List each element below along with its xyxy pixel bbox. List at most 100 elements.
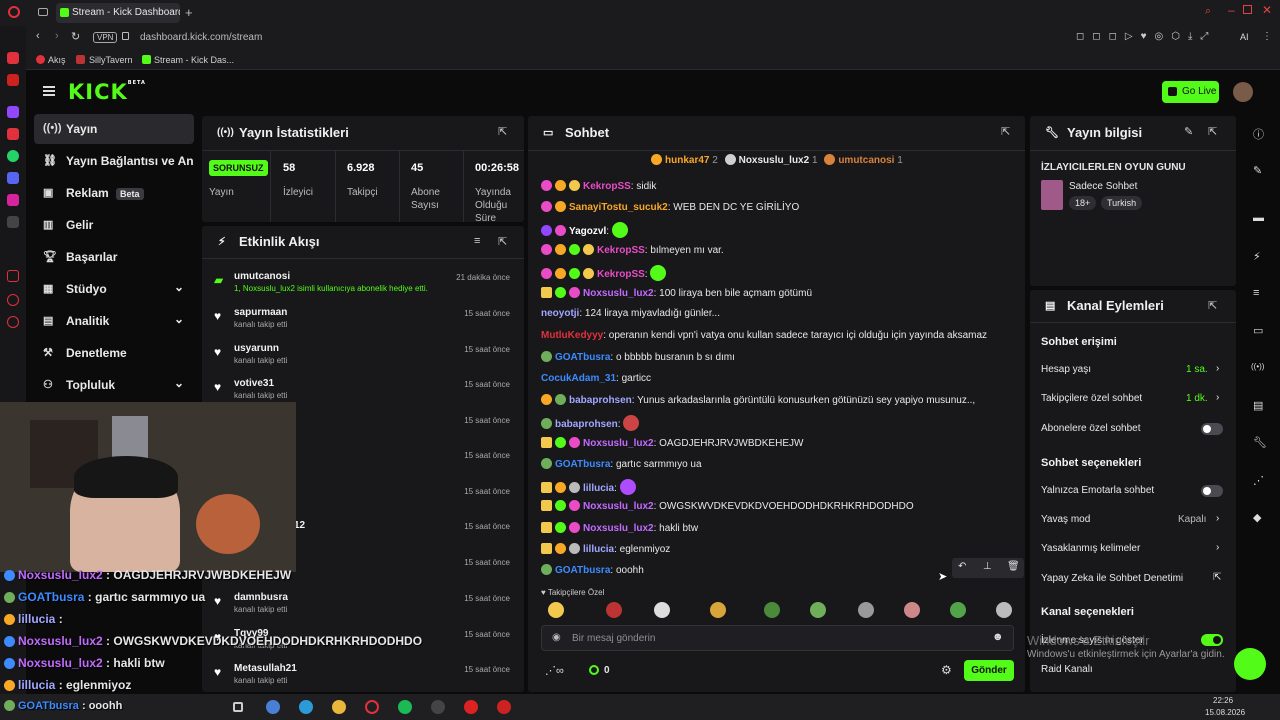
chat-username[interactable]: babaprohsen (555, 419, 618, 430)
lightning-icon[interactable]: ⚡︎ (1253, 250, 1261, 263)
nav-item-gelir[interactable]: ▥ Gelir (34, 210, 194, 240)
chat-username[interactable]: lillucia (583, 483, 614, 494)
popout-icon[interactable]: ⇱ (1208, 125, 1217, 138)
chat-username[interactable]: MutluKedyyy (541, 330, 603, 341)
banned-words-row[interactable]: Yasaklanmış kelimeler (1041, 543, 1140, 554)
pin-icon[interactable]: ⊥ (983, 561, 992, 572)
delete-icon[interactable]: 🗑︎ (1007, 561, 1020, 572)
info-icon[interactable]: ⓘ (1253, 126, 1264, 142)
settings-icon[interactable] (7, 316, 19, 328)
app-icon[interactable] (266, 700, 280, 714)
chat-username[interactable]: neoyotji (541, 308, 579, 319)
nav-item-denetleme[interactable]: ⚒ Denetleme (34, 338, 194, 368)
nav-item-yayin[interactable]: ((•)) Yayın (34, 114, 194, 144)
emote-icon[interactable] (810, 602, 826, 618)
chat-message[interactable]: Noxsuslu_lux2: hakli btw (541, 522, 698, 534)
emote-icon[interactable] (858, 602, 874, 618)
menu-icon[interactable]: ⋮ (1262, 31, 1272, 42)
followers-chat-value[interactable]: 1 dk. (1186, 393, 1208, 404)
raid-row[interactable]: Raid Kanalı (1041, 664, 1093, 675)
sidebar-app-icon[interactable] (7, 52, 19, 64)
followers-chat-row[interactable]: Takipçilere özel sohbet (1041, 393, 1142, 404)
shield-icon[interactable]: ◆ (1253, 511, 1261, 524)
chat-message[interactable]: KekropSS: (541, 265, 667, 281)
forward-icon[interactable]: › (55, 30, 59, 42)
chat-message[interactable]: SanayiTostu_sucuk2: WEB DEN DC YE GİRİLİ… (541, 201, 799, 213)
emoji-icon[interactable]: ☻ (992, 631, 1004, 643)
chat-icon[interactable]: ▭ (1253, 324, 1263, 337)
search-tabs-icon[interactable]: ⌕ (1205, 5, 1211, 18)
emote-icon[interactable] (548, 602, 564, 618)
category-name[interactable]: Sadece Sohbet (1069, 181, 1137, 192)
broadcast-icon[interactable]: ((•)) (1251, 362, 1264, 371)
reload-icon[interactable]: ↻ (71, 30, 80, 43)
support-button-icon[interactable] (1234, 648, 1266, 680)
sidebar-app-icon[interactable] (7, 128, 19, 140)
popout-icon[interactable]: ⇱ (1208, 299, 1217, 312)
chat-settings-icon[interactable]: ⚙ (941, 663, 952, 677)
whatsapp-icon[interactable] (7, 150, 19, 162)
clock-icon[interactable] (7, 294, 19, 306)
ai-moderation-row[interactable]: Yapay Zeka ile Sohbet Denetimi (1041, 573, 1183, 584)
browser-tab-kick-dashboard[interactable]: Stream - Kick Dashboard (56, 3, 180, 23)
nav-item-stream-key[interactable]: ⛓Yayın Bağlantısı ve Anahtarı (34, 146, 194, 176)
nav-item-reklam[interactable]: ▣ Reklam Beta (34, 178, 194, 208)
new-tab-icon[interactable]: + (185, 5, 193, 20)
app-icon[interactable] (464, 700, 478, 714)
emote-only-toggle[interactable] (1201, 485, 1223, 497)
bookmark-sillytavern[interactable]: SillyTavern (89, 55, 133, 65)
chat-username[interactable]: GOATbusra (555, 565, 610, 576)
chrome-icon[interactable] (332, 700, 346, 714)
nav-item-topluluk[interactable]: ⚇ Topluluk ⌄ (34, 370, 194, 400)
emote-icon[interactable] (710, 602, 726, 618)
pencil-icon[interactable]: ✎ (1253, 164, 1262, 177)
chat-message[interactable]: MutluKedyyy: operanın kendi vpn'i vatya … (541, 330, 987, 341)
account-age-value[interactable]: 1 sa. (1186, 364, 1208, 375)
gifter-name[interactable]: Noxsuslu_lux2 (739, 155, 810, 166)
send-button[interactable]: Gönder (964, 660, 1014, 681)
emote-icon[interactable] (654, 602, 670, 618)
chat-message[interactable]: Noxsuslu_lux2: OAGDJEHRJRVJWBDKEHEJW (541, 437, 803, 449)
close-window-icon[interactable]: ✕ (1262, 3, 1272, 17)
chat-username[interactable]: GOATbusra (555, 459, 610, 470)
account-age-row[interactable]: Hesap yaşı (1041, 364, 1091, 375)
bookmark-kick-stream[interactable]: Stream - Kick Das... (154, 55, 234, 65)
opera-icon[interactable] (365, 700, 379, 714)
chat-username[interactable]: Yagozvl (569, 226, 606, 237)
chat-message[interactable]: lillucia: (541, 479, 636, 495)
share-icon[interactable]: ⋰ (1253, 474, 1264, 487)
chat-username[interactable]: lillucia (583, 544, 614, 555)
chat-username[interactable]: KekropSS (597, 269, 645, 280)
app-icon[interactable] (431, 700, 445, 714)
user-avatar[interactable] (1233, 82, 1253, 102)
chat-message[interactable]: lillucia: eglenmiyoz (541, 543, 670, 555)
gifter-name[interactable]: hunkar47 (665, 155, 709, 166)
chat-username[interactable]: SanayiTostu_sucuk2 (569, 202, 668, 213)
filter-icon[interactable]: ≡ (474, 235, 480, 247)
twitch-icon[interactable] (7, 106, 19, 118)
instagram-icon[interactable] (7, 194, 19, 206)
browser-toolbar-icons[interactable]: ◻◻◻▷♥◎⬡⤓⤢ (1076, 31, 1216, 42)
nav-item-studyo[interactable]: ▦ Stüdyo ⌄ (34, 274, 194, 304)
emote-icon[interactable] (764, 602, 780, 618)
chat-username[interactable]: Noxsuslu_lux2 (583, 438, 654, 449)
tag-pill[interactable]: Turkish (1101, 196, 1143, 210)
chat-username[interactable]: KekropSS (583, 181, 631, 192)
chat-message[interactable]: Noxsuslu_lux2: 100 liraya ben bile açmam… (541, 287, 812, 299)
chat-message[interactable]: KekropSS: sidik (541, 180, 656, 192)
chat-username[interactable]: Noxsuslu_lux2 (583, 288, 654, 299)
popout-icon[interactable]: ⇱ (1001, 125, 1010, 138)
chat-message[interactable]: GOATbusra: ooohh (541, 564, 644, 576)
kick-logo[interactable]: KICKBETA (68, 80, 146, 104)
popout-icon[interactable]: ⇱ (498, 235, 507, 248)
chat-username[interactable]: GOATbusra (555, 352, 610, 363)
chat-message[interactable]: KekropSS: bılmeyen mı var. (541, 244, 724, 256)
maximize-icon[interactable] (1243, 5, 1252, 14)
opera-logo-icon[interactable] (8, 6, 20, 18)
edit-icon[interactable]: ✎ (1184, 125, 1193, 138)
chat-username[interactable]: Noxsuslu_lux2 (583, 523, 654, 534)
list-icon[interactable]: ≡ (1253, 287, 1259, 299)
chat-input[interactable]: ◉ Bir mesaj gönderin ☻ (541, 625, 1014, 651)
chat-username[interactable]: KekropSS (597, 245, 645, 256)
wrench-icon[interactable]: 🔧︎ (1253, 436, 1267, 449)
